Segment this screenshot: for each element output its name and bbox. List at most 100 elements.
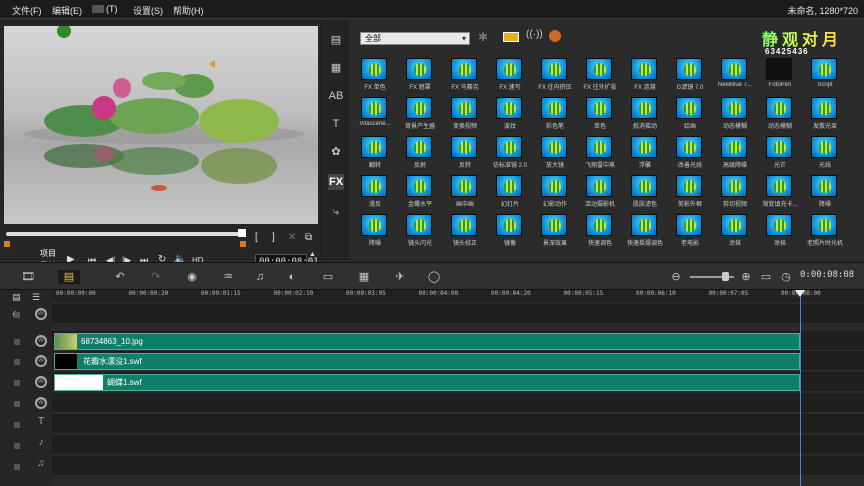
effect-tile[interactable]: 降噪 <box>807 175 843 208</box>
effect-tile[interactable]: 光线 <box>807 136 843 169</box>
audio-track-icon[interactable]: ♪ <box>35 438 47 451</box>
track-row[interactable] <box>52 456 864 476</box>
zoom-slider-handle[interactable] <box>722 272 729 281</box>
effect-tile[interactable]: 老电影 <box>672 214 708 247</box>
track-lock-icon[interactable] <box>14 422 20 428</box>
timeline-clip[interactable]: 花瓣水漂没1.swf <box>54 353 800 370</box>
track-lock-icon[interactable] <box>14 339 20 345</box>
effect-tile[interactable]: 改善光线 <box>672 136 708 169</box>
track-lock-icon[interactable] <box>14 312 20 318</box>
effect-tile[interactable]: 63425436 FotoPen <box>762 47 808 91</box>
media-icon[interactable]: ▤ <box>328 32 344 48</box>
effect-tile[interactable]: 动态模糊 <box>762 97 798 130</box>
effect-tile[interactable]: 高级降噪 <box>717 136 753 169</box>
effect-tile[interactable]: 活动摄影机 <box>582 175 618 208</box>
record-capture-icon[interactable]: ◉ <box>184 270 200 284</box>
mark-out-button[interactable]: ] <box>272 232 275 243</box>
effect-tile[interactable]: 波纹 <box>492 97 528 130</box>
zoom-in-icon[interactable]: ⊕ <box>738 270 754 284</box>
effect-tile[interactable]: 降噪 <box>357 214 393 247</box>
subtitle-editor-icon[interactable]: ▭ <box>320 270 336 284</box>
effect-tile[interactable]: 飞翔雷中蒸 <box>582 136 618 169</box>
effect-tile[interactable]: 光芒 <box>762 136 798 169</box>
track-lock-icon[interactable] <box>14 443 20 449</box>
storyboard-view-icon[interactable]: 🎞 <box>20 270 36 284</box>
effect-tile[interactable]: 翻转 <box>357 136 393 169</box>
effect-tile[interactable]: 涂抹 <box>717 214 753 247</box>
effect-tile[interactable]: 浮雕 <box>627 136 663 169</box>
effect-tile[interactable]: 仿标准镜 2.0 <box>492 136 528 169</box>
menu-help[interactable]: 帮助(H) <box>173 4 204 17</box>
effect-tile[interactable]: 抵消摇动 <box>627 97 663 130</box>
mask-creator-icon[interactable]: ◯ <box>426 270 442 284</box>
effect-tile[interactable]: FX 涟漪 <box>627 58 663 91</box>
motion-tracking-icon[interactable]: ◐ <box>284 270 300 284</box>
audio-filter-icon[interactable]: ((·)) <box>526 29 543 40</box>
project-mode-label[interactable]: 项目 <box>40 248 56 259</box>
playhead-marker[interactable] <box>795 290 805 297</box>
menu-edit[interactable]: 编辑(E) <box>52 4 82 17</box>
effect-tile[interactable]: 动态模糊 <box>717 97 753 130</box>
effect-tile[interactable]: 放大镜 <box>537 136 573 169</box>
effect-tile[interactable]: G滤镜 7.0 <box>672 58 708 91</box>
scrubber-handle[interactable] <box>238 229 246 237</box>
trim-start-marker[interactable] <box>4 241 10 247</box>
title-icon[interactable]: T <box>328 116 344 132</box>
effect-tile[interactable]: FX 往内挤压 <box>537 58 573 91</box>
effect-tile[interactable]: 镜头校正 <box>447 214 483 247</box>
cut-icon[interactable]: ✕ <box>288 232 296 243</box>
video-filter-icon[interactable] <box>503 32 519 42</box>
auto-music-icon[interactable]: ♫ <box>252 270 268 284</box>
effect-tile[interactable]: 画中画 <box>447 175 483 208</box>
timeline-clip[interactable]: 68734863_10.jpg <box>54 333 800 350</box>
menu-file[interactable]: 文件(F) <box>12 4 42 17</box>
chapter-icon[interactable]: ☰ <box>32 292 40 303</box>
effect-tile[interactable]: 剪切视频 <box>717 175 753 208</box>
video-track-icon[interactable]: ✇ <box>35 397 47 409</box>
time-ruler[interactable]: 00:00:00:00 00:00:00:20 00:00:01:15 00:00:0… <box>52 290 864 302</box>
effect-tile[interactable]: FX 马赛克 <box>447 58 483 91</box>
video-track-icon[interactable]: ✇ <box>35 376 47 388</box>
fit-project-icon[interactable]: ▭ <box>758 270 774 284</box>
effect-tile[interactable]: 幻灯片 <box>492 175 528 208</box>
sound-mixer-icon[interactable]: ♒ <box>220 270 236 284</box>
track-row[interactable] <box>52 414 864 434</box>
effect-tile[interactable]: NewBlue 7... <box>717 58 753 91</box>
effect-tile[interactable]: 金螺水平 <box>402 175 438 208</box>
effect-tile[interactable]: Script <box>807 58 843 91</box>
mark-in-button[interactable]: [ <box>255 232 258 243</box>
track-row[interactable] <box>52 393 864 413</box>
video-track-icon[interactable]: ✇ <box>35 355 47 367</box>
scrubber-track[interactable] <box>6 232 244 236</box>
multi-trim-icon[interactable]: ▦ <box>356 270 372 284</box>
effect-tile[interactable]: 幻影动作 <box>537 175 573 208</box>
graphic-icon[interactable]: ✿ <box>328 144 344 160</box>
instant-project-icon[interactable]: ▦ <box>328 60 344 76</box>
undo-icon[interactable]: ↶ <box>112 270 128 284</box>
track-lock-icon[interactable] <box>14 359 20 365</box>
time-remap-icon[interactable]: ✈ <box>392 270 408 284</box>
effect-tile[interactable]: 快速摇摆调色 <box>627 214 663 247</box>
filter-icon[interactable]: FX <box>328 174 344 190</box>
video-preview[interactable] <box>4 26 318 224</box>
effect-tile[interactable]: 快速调色 <box>582 214 618 247</box>
effect-tile[interactable]: 背景产生器 <box>402 97 438 130</box>
menu-tools[interactable]: (T) <box>92 4 118 14</box>
zoom-out-icon[interactable]: ⊖ <box>668 270 684 284</box>
timeline-view-icon[interactable]: ▤ <box>58 270 80 284</box>
track-lock-icon[interactable] <box>14 401 20 407</box>
effect-tile[interactable]: Vitascene... <box>357 97 393 130</box>
browse-icon[interactable] <box>549 30 561 42</box>
effect-tile[interactable]: FX 往外扩张 <box>582 58 618 91</box>
video-track-icon[interactable]: ✇ <box>35 308 47 320</box>
track-row[interactable] <box>52 435 864 455</box>
effect-tile[interactable]: 变换视频 <box>447 97 483 130</box>
effect-tile[interactable]: 反射 <box>402 136 438 169</box>
trim-end-marker[interactable] <box>240 241 246 247</box>
effect-tile[interactable]: 单色 <box>582 97 618 130</box>
effect-tile[interactable]: 老照片时光机 <box>807 214 843 247</box>
timeline-clip[interactable]: 蝴蝶1.swf <box>54 374 800 391</box>
path-icon[interactable]: ⤷ <box>328 204 344 220</box>
audio-track-icon[interactable]: ♫ <box>35 459 47 472</box>
effect-tile[interactable]: 反转 <box>447 136 483 169</box>
